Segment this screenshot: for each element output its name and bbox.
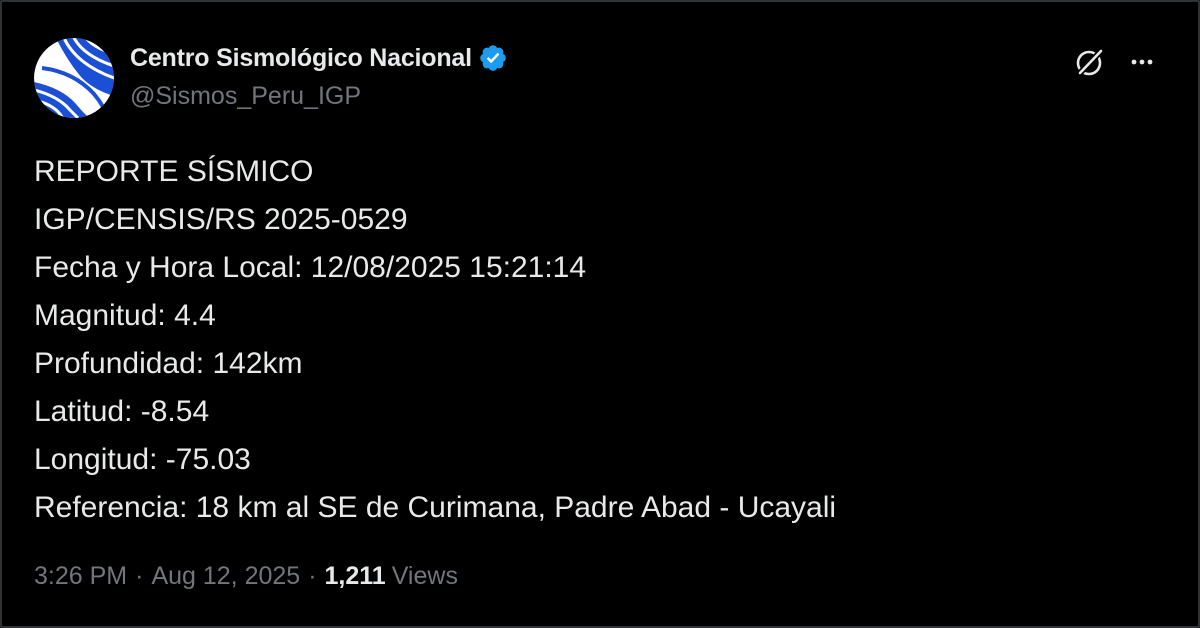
grok-button[interactable] [1070, 42, 1110, 82]
tweet-line-depth: Profundidad: 142km [34, 347, 303, 380]
tweet-date[interactable]: Aug 12, 2025 [151, 562, 300, 591]
tweet-time[interactable]: 3:26 PM [34, 562, 127, 591]
more-options-button[interactable] [1122, 42, 1162, 82]
author-handle[interactable]: @Sismos_Peru_IGP [130, 82, 361, 111]
more-options-icon [1131, 59, 1153, 65]
tweet-line-title: REPORTE SÍSMICO [34, 155, 314, 188]
avatar[interactable] [34, 38, 114, 118]
tweet-meta: 3:26 PM · Aug 12, 2025 · 1,211 Views [34, 562, 458, 591]
verified-badge-icon[interactable] [478, 43, 508, 73]
author-display-name[interactable]: Centro Sismológico Nacional [130, 44, 472, 73]
meta-separator: · [135, 562, 144, 590]
author-name-row: Centro Sismológico Nacional [130, 42, 508, 74]
views-label: Views [391, 562, 458, 590]
tweet-line-datetime: Fecha y Hora Local: 12/08/2025 15:21:14 [34, 251, 587, 284]
tweet-text: REPORTE SÍSMICO IGP/CENSIS/RS 2025-0529 … [34, 148, 1154, 532]
tweet-line-longitude: Longitud: -75.03 [34, 443, 251, 476]
tweet-card: Centro Sismológico Nacional @Sismos_Peru… [0, 0, 1200, 628]
tweet-line-report-id: IGP/CENSIS/RS 2025-0529 [34, 203, 408, 236]
grok-icon [1076, 47, 1105, 77]
meta-separator: · [308, 562, 317, 590]
tweet-line-latitude: Latitud: -8.54 [34, 395, 210, 428]
tweet-line-reference: Referencia: 18 km al SE de Curimana, Pad… [34, 491, 837, 524]
views-count[interactable]: 1,211 [325, 562, 386, 591]
tweet-line-magnitude: Magnitud: 4.4 [34, 299, 216, 332]
igp-logo-avatar-icon [34, 38, 114, 118]
